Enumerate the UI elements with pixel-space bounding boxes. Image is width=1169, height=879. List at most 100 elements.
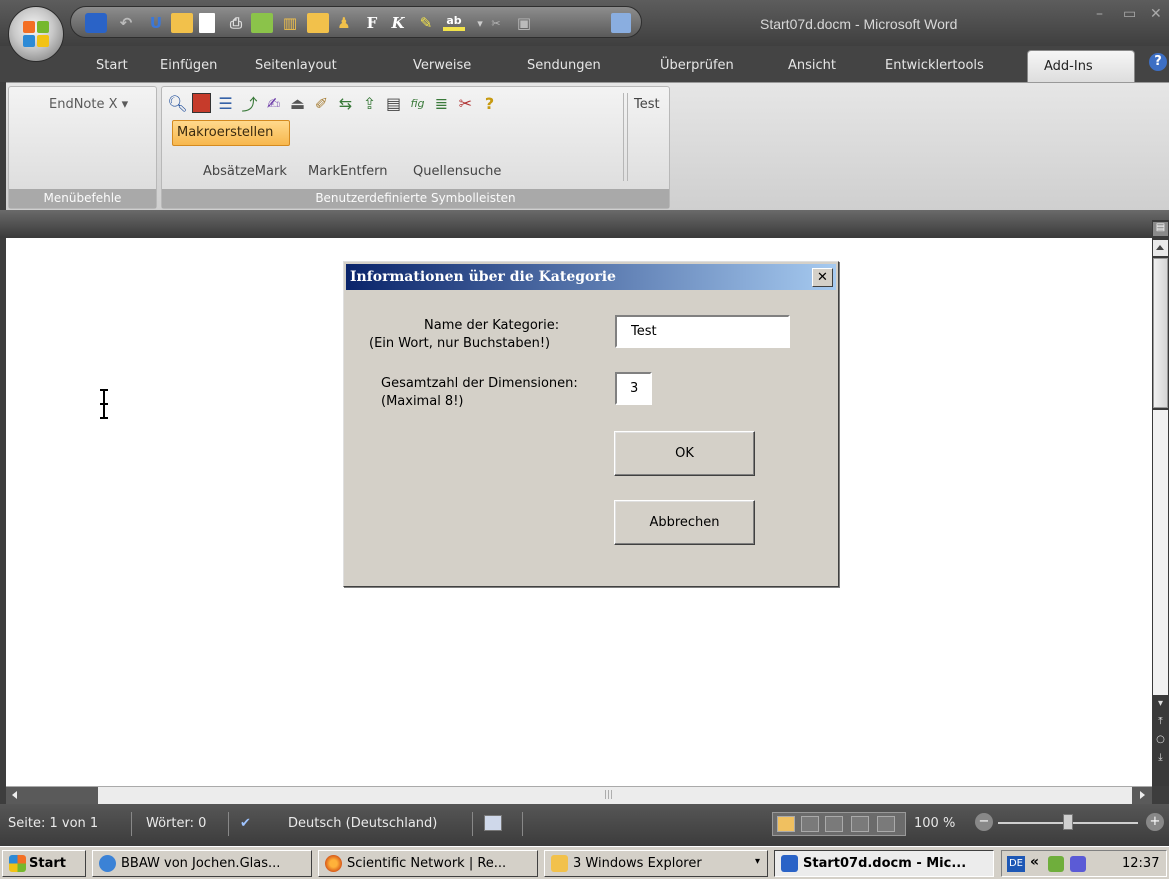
scroll-left-icon[interactable] [6,787,98,804]
table-icon[interactable] [611,13,631,33]
page-count[interactable]: Seite: 1 von 1 [8,816,98,831]
maximize-icon[interactable]: ▭ [1123,6,1136,22]
search-icon[interactable]: 🔍︎ [167,93,187,113]
export-icon[interactable]: ⇪ [360,93,379,113]
taskbar-button-scientific-network[interactable]: Scientific Network | Re... [318,850,538,877]
print-icon[interactable]: ⎙ [225,13,247,33]
page-icon[interactable]: ▥ [279,13,301,33]
italic-icon[interactable]: K [387,13,409,33]
taskbar-button-word[interactable]: Start07d.docm - Mic... [774,850,994,877]
language-indicator[interactable]: DE [1007,856,1025,872]
close-icon[interactable]: ✕ [1150,6,1162,22]
draft-icon[interactable] [877,816,895,832]
tray-app-icon[interactable] [1048,856,1064,872]
web-layout-icon[interactable] [825,816,843,832]
cancel-button[interactable]: Abbrechen [614,500,755,545]
go-to-library-icon[interactable]: ⇆ [336,93,355,113]
previous-page-icon[interactable]: ⤒ [1153,716,1168,730]
dialog-close-button[interactable]: ✕ [812,268,833,287]
tab-ansicht[interactable]: Ansicht [788,58,836,73]
tab-verweise[interactable]: Verweise [413,58,471,73]
zoom-level[interactable]: 100 % [914,816,955,831]
tab-entwicklertools[interactable]: Entwicklertools [885,58,984,73]
dialog-title-bar[interactable]: Informationen über die Kategorie ✕ [346,264,836,290]
dimension-count-input[interactable] [615,372,652,405]
notes-icon[interactable]: ▤ [384,93,403,113]
help-question-icon[interactable]: ? [480,93,499,113]
dimension-count-hint: (Maximal 8!) [381,394,464,409]
tab-ueberpruefen[interactable]: Überprüfen [660,58,734,73]
image-icon[interactable] [192,93,211,113]
absaetzemark-button[interactable]: AbsätzeMark [203,164,287,179]
new-document-icon[interactable] [199,13,215,33]
vertical-scrollbar[interactable]: ▤ ▾ ⤒ ○ ⤓ [1152,220,1169,786]
group-dropdown-icon: ▾ [755,856,761,867]
cut-icon[interactable]: ✂ [485,13,507,33]
outline-icon[interactable] [851,816,869,832]
ok-button[interactable]: OK [614,431,755,476]
zoom-out-icon[interactable]: − [975,813,993,831]
taskbar-label: Start07d.docm - Mic... [803,856,967,871]
category-name-input[interactable] [615,315,790,348]
tab-seitenlayout[interactable]: Seitenlayout [255,58,337,73]
annotate-icon[interactable]: ✐ [312,93,331,113]
start-button[interactable]: Start [2,850,86,877]
tray-expand-icon[interactable]: « [1030,854,1039,870]
tab-sendungen[interactable]: Sendungen [527,58,601,73]
highlight-icon[interactable]: ab [443,13,465,31]
makroerstellen-button[interactable]: Makroerstellen [172,120,290,146]
zoom-slider-thumb[interactable] [1063,814,1073,830]
markentfern-button[interactable]: MarkEntfern [308,164,388,179]
minimize-icon[interactable]: – [1096,6,1103,22]
folder-icon[interactable] [307,13,329,33]
test-button[interactable]: Test [634,97,660,112]
bold-icon[interactable]: F [361,13,383,33]
paste-icon[interactable]: ▣ [513,13,535,33]
tab-start[interactable]: Start [96,58,128,73]
zoom-in-icon[interactable]: + [1146,813,1164,831]
quellensuche-button[interactable]: Quellensuche [413,164,501,179]
open-folder-icon[interactable] [171,13,193,33]
title-bar: ↶ U ⎙ ▥ ♟ F K ✎ ab ▾ ✂ ▣ Start07d.docm -… [0,0,1169,46]
scroll-right-icon[interactable] [1132,787,1152,804]
endnote-menu-button[interactable]: EndNote X ▾ [49,97,128,112]
proofing-icon[interactable]: ✔ [240,816,251,831]
makroerstellen-label: Makroerstellen [177,125,274,140]
scroll-track[interactable] [1153,410,1168,695]
find-icon[interactable]: ♟ [333,13,355,33]
tab-einfuegen[interactable]: Einfügen [160,58,217,73]
edit-citation-icon[interactable]: ✍ [264,93,283,113]
tray-app-icon[interactable] [1070,856,1086,872]
insert-citation-icon[interactable]: ⤴ [240,93,259,114]
save-icon[interactable] [85,13,107,33]
numbered-list-icon[interactable]: ≣ [432,93,451,113]
full-screen-reading-icon[interactable] [801,816,819,832]
print-layout-icon[interactable] [777,816,795,832]
figure-icon[interactable]: fig [408,93,427,113]
help-icon[interactable]: ? [1149,53,1167,71]
ruler-toggle-icon[interactable]: ▤ [1153,222,1168,236]
edit-icon[interactable] [251,13,273,33]
format-bibliography-icon[interactable]: ⏏ [288,93,307,113]
scroll-thumb[interactable] [1153,258,1168,408]
horizontal-scrollbar[interactable]: ||| [6,786,1152,804]
tools-icon[interactable]: ✂ [456,93,475,113]
scroll-grip-icon[interactable]: ||| [604,790,613,800]
undo-icon[interactable]: ↶ [115,13,137,33]
browse-object-icon[interactable]: ○ [1153,734,1168,748]
office-button[interactable] [8,6,64,62]
taskbar-button-windows-explorer[interactable]: 3 Windows Explorer ▾ [544,850,768,877]
next-page-icon[interactable]: ⤓ [1153,752,1168,766]
macro-record-icon[interactable] [484,815,502,831]
tab-add-ins[interactable]: Add-Ins [1027,50,1135,84]
redo-icon[interactable]: U [145,13,167,33]
clock: 12:37 [1122,856,1160,871]
ribbon-tab-bar: Start Einfügen Seitenlayout Verweise Sen… [0,46,1169,84]
format-painter-icon[interactable]: ✎ [415,13,437,33]
scroll-up-icon[interactable] [1153,240,1168,256]
word-count[interactable]: Wörter: 0 [146,816,206,831]
scroll-down-icon[interactable]: ▾ [1153,698,1168,712]
taskbar-button-bbaw[interactable]: BBAW von Jochen.Glas... [92,850,312,877]
list-icon[interactable]: ☰ [216,93,235,113]
language-status[interactable]: Deutsch (Deutschland) [288,816,437,831]
